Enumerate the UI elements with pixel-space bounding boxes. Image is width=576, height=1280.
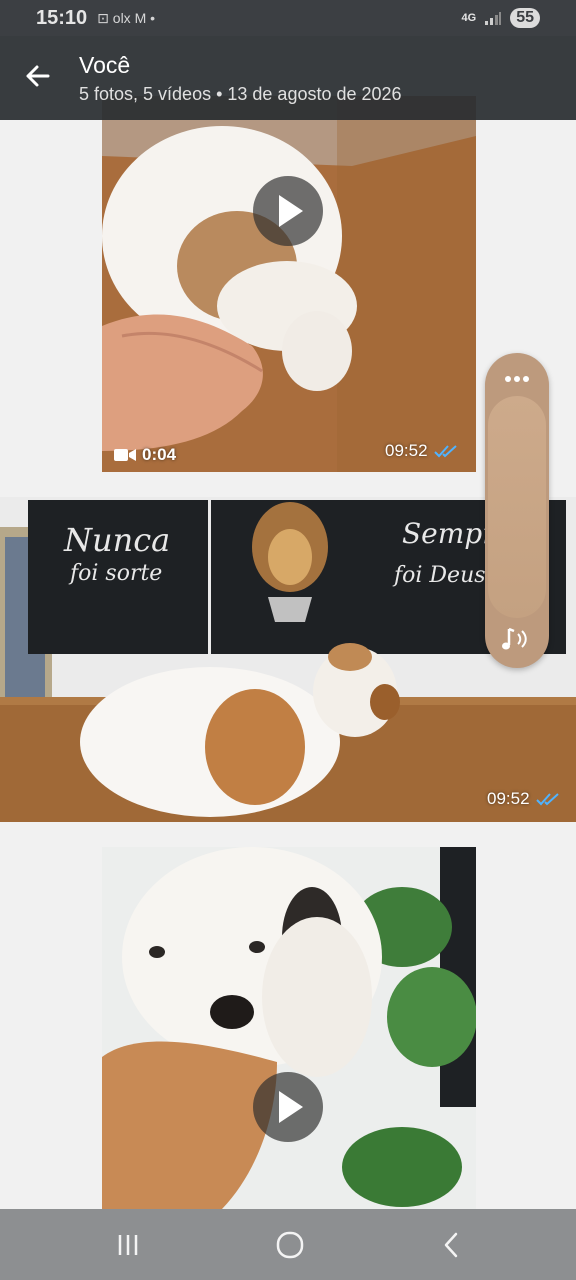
timestamp-2: 09:52 [487,789,562,809]
battery-indicator: 55 [510,8,540,28]
timestamp-1: 09:52 [385,441,460,461]
home-icon[interactable] [272,1227,308,1263]
play-icon [279,1091,303,1123]
media-item-video-2[interactable] [102,847,476,1209]
timestamp-text: 09:52 [487,789,530,808]
floating-media-control[interactable] [485,353,549,668]
poster-left-line1: Nunca [64,521,171,559]
music-note-icon[interactable] [499,621,535,657]
video-duration-text: 0:04 [142,445,177,464]
timestamp-text: 09:52 [385,441,428,460]
sender-title: Você [79,52,131,78]
system-navigation-bar [0,1209,576,1280]
network-type: 4G [461,12,477,24]
double-check-icon [433,445,457,458]
back-nav-icon[interactable] [434,1227,470,1263]
status-right: 4G 55 [462,8,540,28]
more-options-icon[interactable] [485,369,549,389]
media-viewer-header: Você 5 fotos, 5 vídeos • 13 de agosto de… [0,36,576,120]
video-duration-1: 0:04 [114,445,176,465]
puppy-video-thumbnail-2 [102,847,476,1209]
video-camera-icon [114,449,136,461]
double-check-icon [535,793,559,806]
poster-left-line2: foi sorte [70,561,163,586]
status-time: 15:10 [36,6,88,29]
media-item-video-1[interactable]: 0:04 09:52 [102,96,476,472]
puppy-video-thumbnail [102,96,476,472]
status-bar: 15:10 ⊡ olx M • 4G 55 [0,0,576,36]
play-button-1[interactable] [253,176,323,246]
signal-icon [485,12,502,25]
play-icon [279,195,303,227]
media-summary: 5 fotos, 5 vídeos • 13 de agosto de 2026 [79,84,402,104]
poster-right-line2: foi Deus [394,563,486,588]
play-button-2[interactable] [253,1072,323,1142]
recent-apps-icon[interactable] [110,1227,146,1263]
control-track[interactable] [488,396,546,618]
notification-icons: ⊡ olx M • [97,9,156,26]
back-arrow-icon[interactable] [18,56,58,96]
